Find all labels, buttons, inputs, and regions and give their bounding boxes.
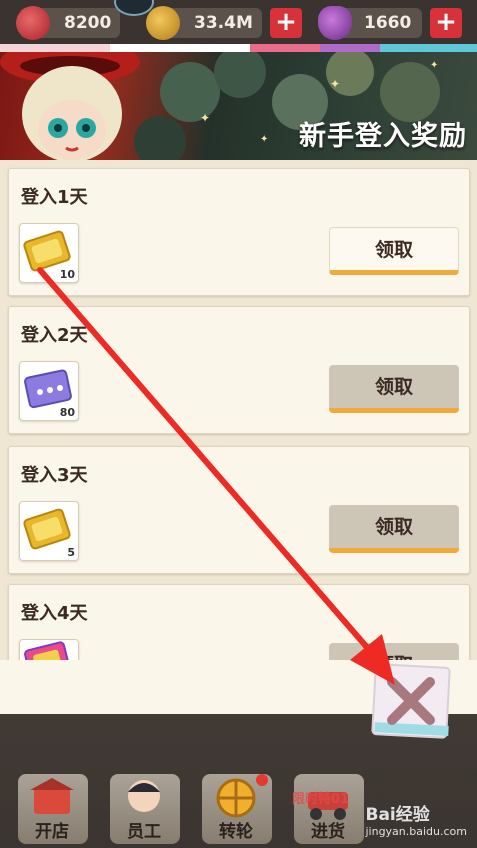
reward-card-day-3: 登入3天 5 领取 (8, 446, 470, 574)
add-coins-button[interactable]: + (270, 8, 302, 38)
reward-qty: 5 (67, 546, 75, 559)
reward-qty: 80 (59, 406, 75, 419)
watermark: Bai经验 jingyan.baidu.com (365, 800, 467, 838)
potions-counter: 1660 (318, 6, 422, 40)
nav-label: 员工 (127, 822, 161, 842)
reward-card-day-2: 登入2天 80 领取 (8, 306, 470, 434)
hearts-counter: 8200 (16, 6, 120, 40)
potion-icon (318, 6, 352, 40)
svg-text:✦: ✦ (200, 111, 210, 125)
close-icon (371, 663, 451, 739)
coin-icon (146, 6, 180, 40)
svg-text:✦: ✦ (330, 77, 340, 91)
svg-text:✦: ✦ (430, 60, 438, 71)
nav-label: 转轮 (219, 822, 253, 842)
nav-item-shop[interactable]: 开店 (14, 770, 90, 848)
claim-button[interactable]: 领取 (329, 505, 459, 553)
reward-list[interactable]: 登入1天 10 领取 登入2天 80 领取 登入3天 5 领取 登入4天 (0, 160, 477, 712)
reward-day-label: 登入3天 (21, 465, 88, 486)
reward-item[interactable]: 80 (19, 361, 79, 421)
reward-card-day-1: 登入1天 10 领取 (8, 168, 470, 296)
heart-icon (16, 6, 50, 40)
claim-button[interactable]: 领取 (329, 227, 459, 275)
reward-day-label: 登入2天 (21, 325, 88, 346)
claim-button[interactable]: 领取 (329, 365, 459, 413)
popup-title: 新手登入奖励 (299, 121, 467, 152)
coins-counter: 33.4M (146, 6, 262, 40)
popup-banner: ✦ ✦ ✦ ✦ 新手登入奖励 (0, 52, 477, 160)
login-reward-popup: ✦ ✦ ✦ ✦ 新手登入奖励 登入1天 10 领取 登入2天 80 领取 登入3… (0, 52, 477, 712)
reward-day-label: 登入4天 (21, 603, 88, 624)
reward-qty: 10 (59, 268, 75, 281)
top-stripe (0, 44, 477, 52)
add-potions-button[interactable]: + (430, 8, 462, 38)
promo-text: 限时特01 (292, 792, 350, 807)
watermark-url: jingyan.baidu.com (365, 825, 467, 838)
reward-item[interactable]: 5 (19, 501, 79, 561)
nav-label: 进货 (311, 822, 345, 842)
resource-bar: 8200 33.4M + 1660 + (0, 0, 477, 46)
reward-day-label: 登入1天 (21, 187, 88, 208)
watermark-logo: Bai经验 (365, 805, 430, 825)
nav-item-delivery[interactable]: 进货 (290, 770, 366, 848)
reward-item[interactable]: 10 (19, 223, 79, 283)
nav-label: 开店 (35, 822, 69, 842)
close-button[interactable] (370, 662, 456, 740)
nav-item-staff[interactable]: 员工 (106, 770, 182, 848)
svg-text:✦: ✦ (260, 134, 268, 145)
nav-item-wheel[interactable]: 转轮 (198, 770, 274, 848)
